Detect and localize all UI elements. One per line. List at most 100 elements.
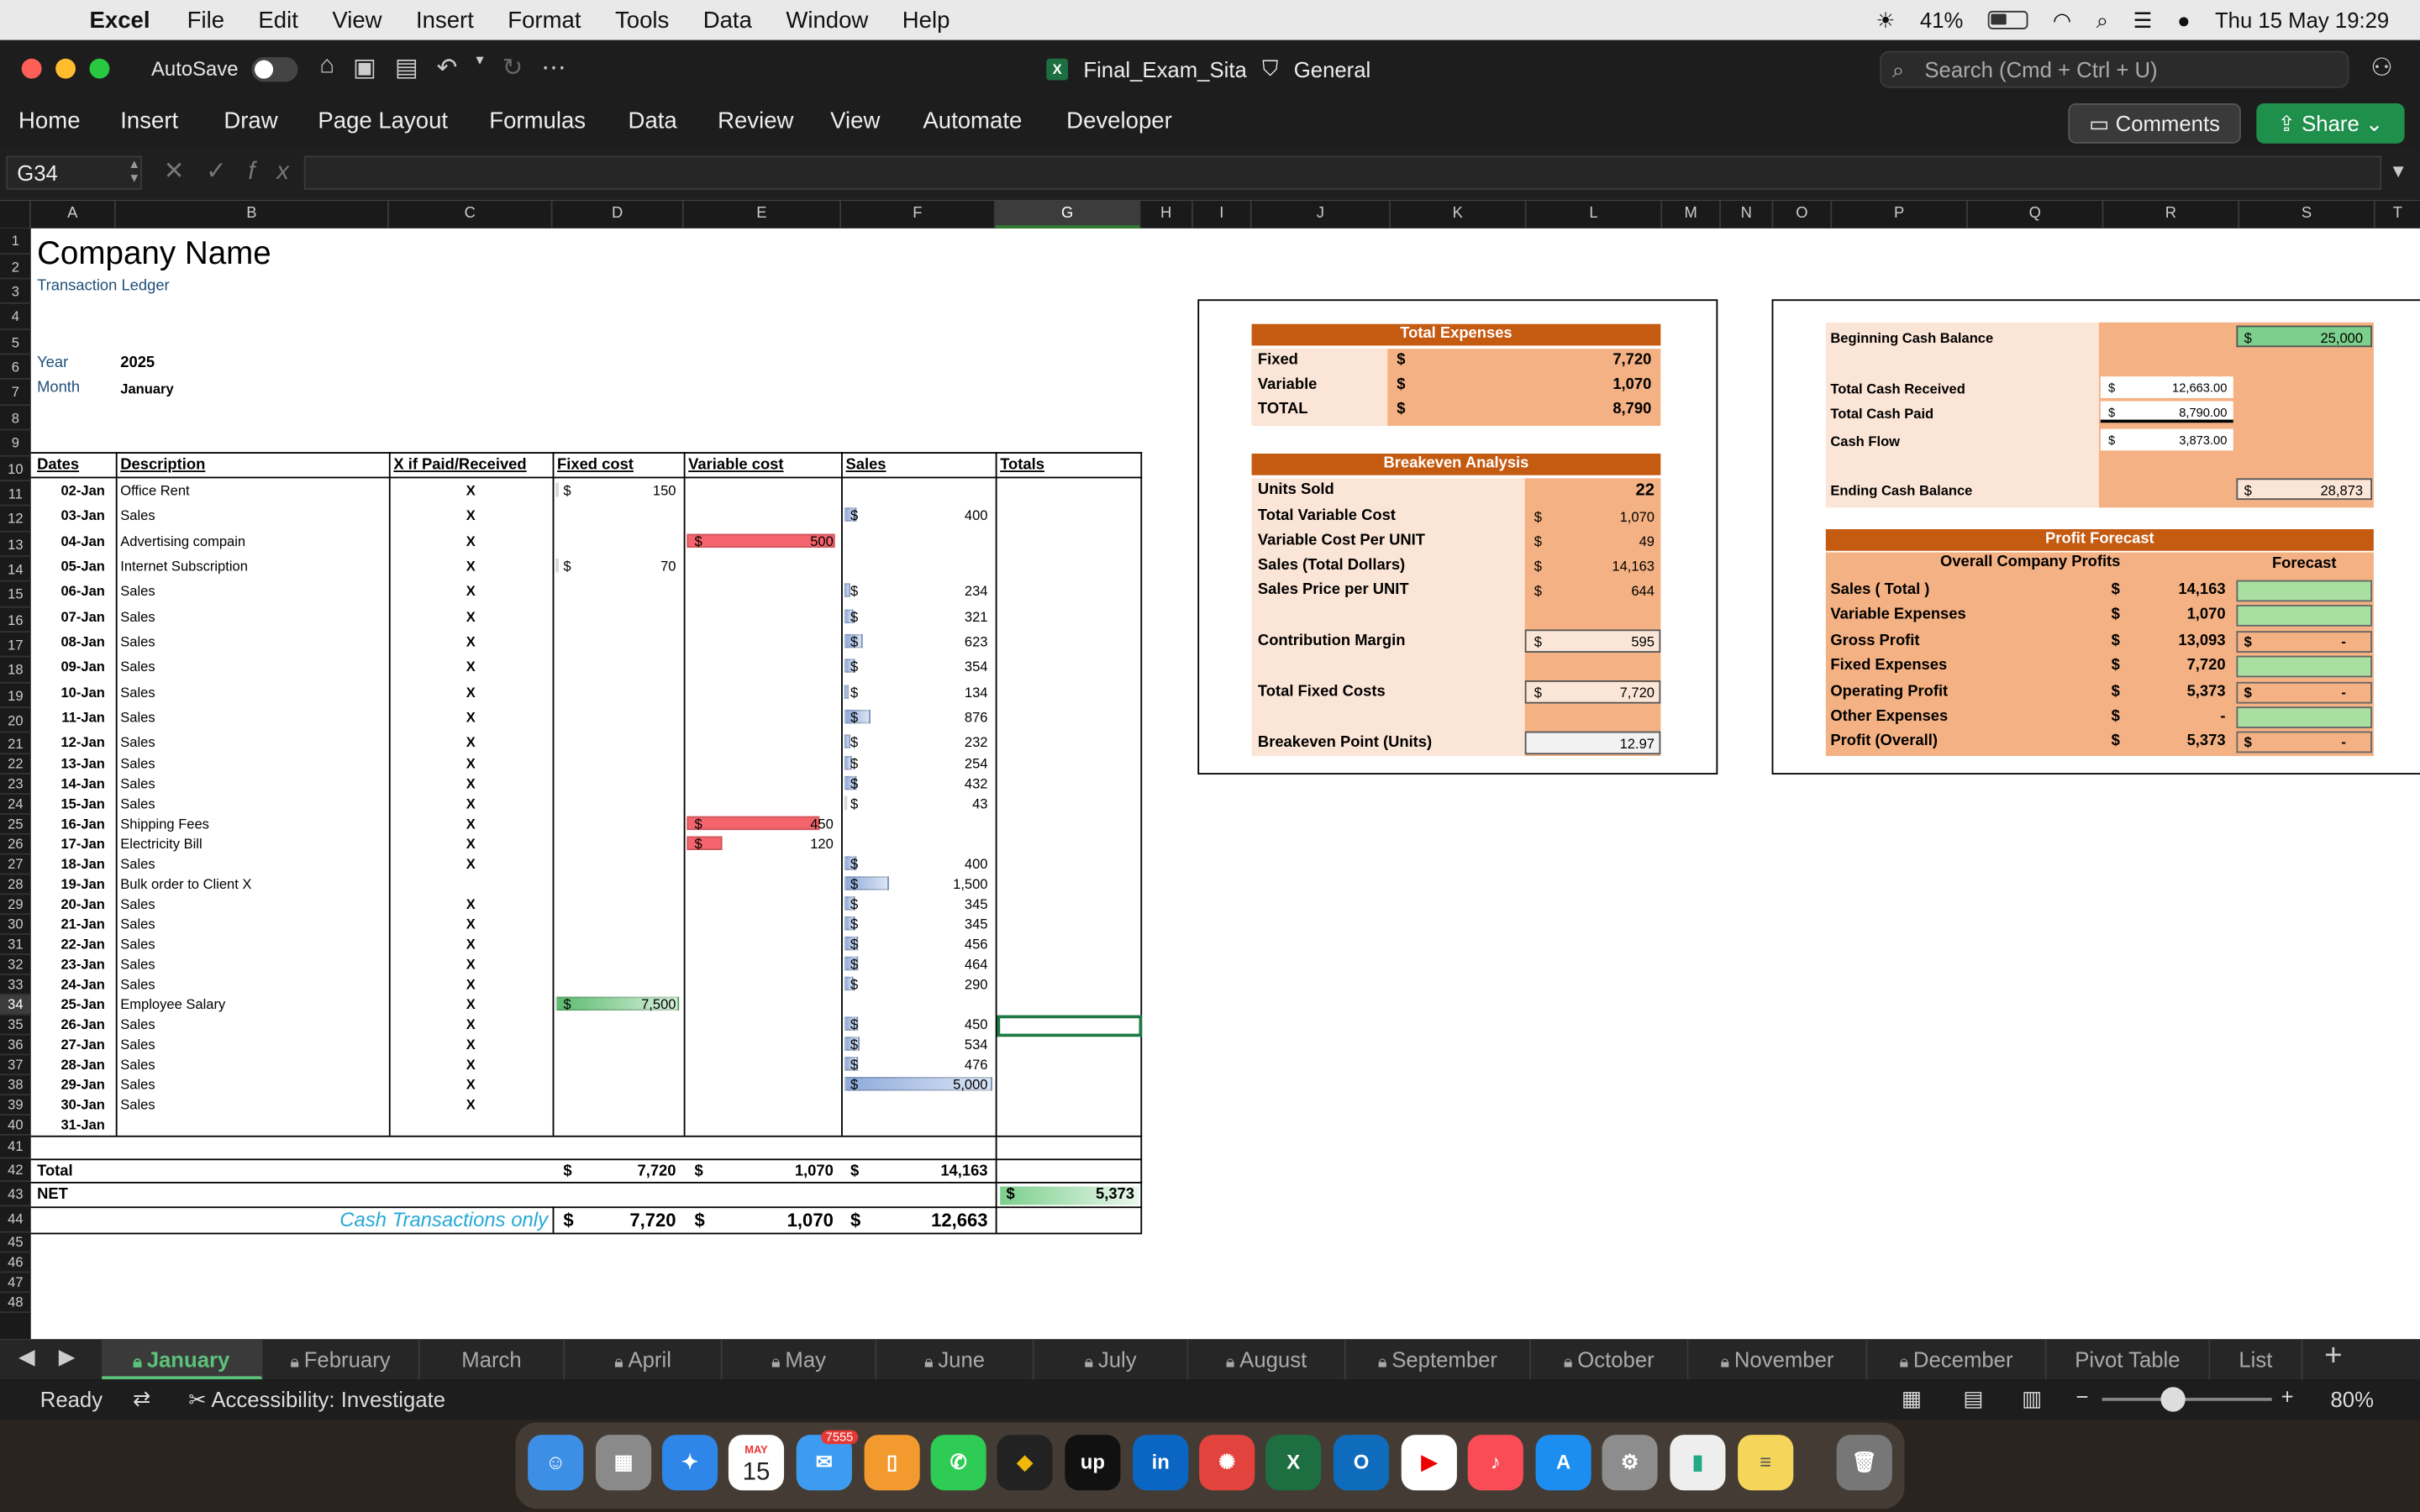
dollar-sign[interactable]: $ <box>850 732 858 751</box>
expense-value[interactable]: 8,790 <box>1544 402 1651 420</box>
expense-value[interactable]: 7,720 <box>1544 352 1651 370</box>
row-header[interactable]: 20 <box>0 708 31 733</box>
brightness-icon[interactable]: ☀ <box>1876 7 1895 33</box>
row-header[interactable]: 39 <box>0 1095 31 1116</box>
row-description[interactable]: Sales <box>120 975 382 994</box>
row-header[interactable]: 8 <box>0 406 31 431</box>
row-sales[interactable]: 876 <box>872 708 988 727</box>
year-value[interactable]: 2025 <box>120 354 155 373</box>
row-description[interactable]: Sales <box>120 1095 382 1114</box>
dollar-sign[interactable]: $ <box>563 481 571 500</box>
forecast-row-label[interactable]: Operating Profit <box>1830 684 1948 702</box>
menu-edit[interactable]: Edit <box>258 7 297 33</box>
close-window-button[interactable] <box>21 58 42 79</box>
column-header-f[interactable]: F <box>841 200 996 228</box>
row-date[interactable]: 21-Jan <box>34 915 104 933</box>
cash-received-label[interactable]: Total Cash Received <box>1830 380 1965 398</box>
row-description[interactable]: Sales <box>120 915 382 933</box>
expense-label[interactable]: Fixed <box>1258 352 1298 370</box>
row-header[interactable]: 36 <box>0 1035 31 1056</box>
total-fixed[interactable]: 7,720 <box>587 1163 676 1182</box>
dollar-sign[interactable]: $ <box>850 774 858 793</box>
row-header[interactable]: 3 <box>0 279 31 304</box>
forecast-input-cell[interactable] <box>2236 655 2373 678</box>
sheet-tab-december[interactable]: 🔒︎ December <box>1867 1339 2047 1380</box>
macro-record-icon[interactable]: ⇄ <box>133 1385 151 1411</box>
forecast-row-value[interactable]: 13,093 <box>2130 633 2225 651</box>
spotlight-icon[interactable]: ⌕ <box>2096 7 2108 33</box>
upwork-icon[interactable]: up <box>1065 1435 1121 1491</box>
row-header[interactable]: 16 <box>0 608 31 633</box>
row-description[interactable]: Sales <box>120 1075 382 1094</box>
row-header[interactable]: 18 <box>0 657 31 684</box>
dollar-sign[interactable]: $ <box>850 1075 858 1094</box>
tab-formulas[interactable]: Formulas <box>489 108 586 134</box>
page-layout-view-icon[interactable]: ▤ <box>1963 1385 1983 1411</box>
row-sales[interactable]: 134 <box>872 684 988 702</box>
app-store-icon[interactable]: A <box>1535 1435 1591 1491</box>
row-header[interactable]: 38 <box>0 1075 31 1096</box>
column-header-q[interactable]: Q <box>1968 200 2104 228</box>
add-sheet-icon[interactable]: + <box>2324 1339 2342 1374</box>
share-button[interactable]: ⇪ Share ⌄ <box>2256 103 2405 144</box>
expense-value[interactable]: 1,070 <box>1544 376 1651 395</box>
row-variable-cost[interactable]: 500 <box>718 533 834 551</box>
row-header[interactable]: 31 <box>0 935 31 955</box>
sheet-tab-june[interactable]: 🔒︎ June <box>876 1339 1034 1380</box>
row-description[interactable]: Internet Subscription <box>120 557 382 575</box>
row-header[interactable]: 42 <box>0 1158 31 1182</box>
row-paid-mark[interactable]: X <box>466 684 497 702</box>
row-paid-mark[interactable]: X <box>466 708 497 727</box>
row-description[interactable]: Sales <box>120 506 382 524</box>
column-header-a[interactable]: A <box>31 200 116 228</box>
sheet-tab-october[interactable]: 🔒︎ October <box>1531 1339 1689 1380</box>
sheet-tab-september[interactable]: 🔒︎ September <box>1346 1339 1532 1380</box>
row-header[interactable]: 13 <box>0 533 31 558</box>
column-header-r[interactable]: R <box>2103 200 2240 228</box>
row-description[interactable]: Bulk order to Client X <box>120 874 382 893</box>
column-header-d[interactable]: D <box>553 200 684 228</box>
row-paid-mark[interactable]: X <box>466 732 497 751</box>
forecast-input-cell[interactable] <box>2236 706 2373 728</box>
row-paid-mark[interactable]: X <box>466 935 497 953</box>
row-sales[interactable]: 43 <box>872 795 987 813</box>
save-icon[interactable]: ▣ <box>353 52 376 83</box>
tab-draw[interactable]: Draw <box>224 108 277 134</box>
row-header[interactable]: 4 <box>0 304 31 331</box>
row-header[interactable]: 28 <box>0 874 31 895</box>
menu-app-name[interactable]: Excel <box>90 7 150 33</box>
cash-paid-value[interactable]: 8,790.00 <box>2123 404 2227 423</box>
row-sales[interactable]: 254 <box>872 754 988 773</box>
save-as-icon[interactable]: ▤ <box>395 52 418 83</box>
menu-format[interactable]: Format <box>508 7 581 33</box>
row-sales[interactable]: 5,000 <box>872 1075 987 1094</box>
row-header[interactable]: 25 <box>0 815 31 835</box>
row-sales[interactable]: 432 <box>872 774 988 793</box>
row-paid-mark[interactable]: X <box>466 506 497 524</box>
menu-view[interactable]: View <box>332 7 381 33</box>
row-sales[interactable]: 476 <box>872 1055 988 1074</box>
row-date[interactable]: 23-Jan <box>34 955 104 974</box>
dollar-sign[interactable]: $ <box>850 1035 858 1053</box>
row-description[interactable]: Sales <box>120 581 382 600</box>
units-sold-value[interactable]: 22 <box>1559 481 1655 500</box>
row-header[interactable]: 29 <box>0 895 31 916</box>
row-description[interactable]: Sales <box>120 795 382 813</box>
row-date[interactable]: 04-Jan <box>34 533 104 551</box>
row-header[interactable]: 23 <box>0 774 31 795</box>
total-fixed-costs-label[interactable]: Total Fixed Costs <box>1258 684 1386 702</box>
sheet-tab-pivot-table[interactable]: Pivot Table <box>2047 1339 2211 1380</box>
row-sales[interactable]: 345 <box>872 915 988 933</box>
row-paid-mark[interactable]: X <box>466 557 497 575</box>
row-sales[interactable]: 354 <box>872 657 988 675</box>
share-people-icon[interactable]: ⚇ <box>2370 52 2392 83</box>
expense-label[interactable]: TOTAL <box>1258 402 1308 420</box>
row-header[interactable]: 27 <box>0 855 31 875</box>
row-paid-mark[interactable]: X <box>466 754 497 773</box>
ledger-subtitle[interactable]: Transaction Ledger <box>37 278 170 297</box>
column-header-e[interactable]: E <box>684 200 842 228</box>
row-paid-mark[interactable]: X <box>466 608 497 627</box>
trash-icon[interactable]: 🗑 <box>1836 1435 1892 1491</box>
row-variable-cost[interactable]: 450 <box>718 815 834 833</box>
row-header[interactable]: 30 <box>0 915 31 936</box>
